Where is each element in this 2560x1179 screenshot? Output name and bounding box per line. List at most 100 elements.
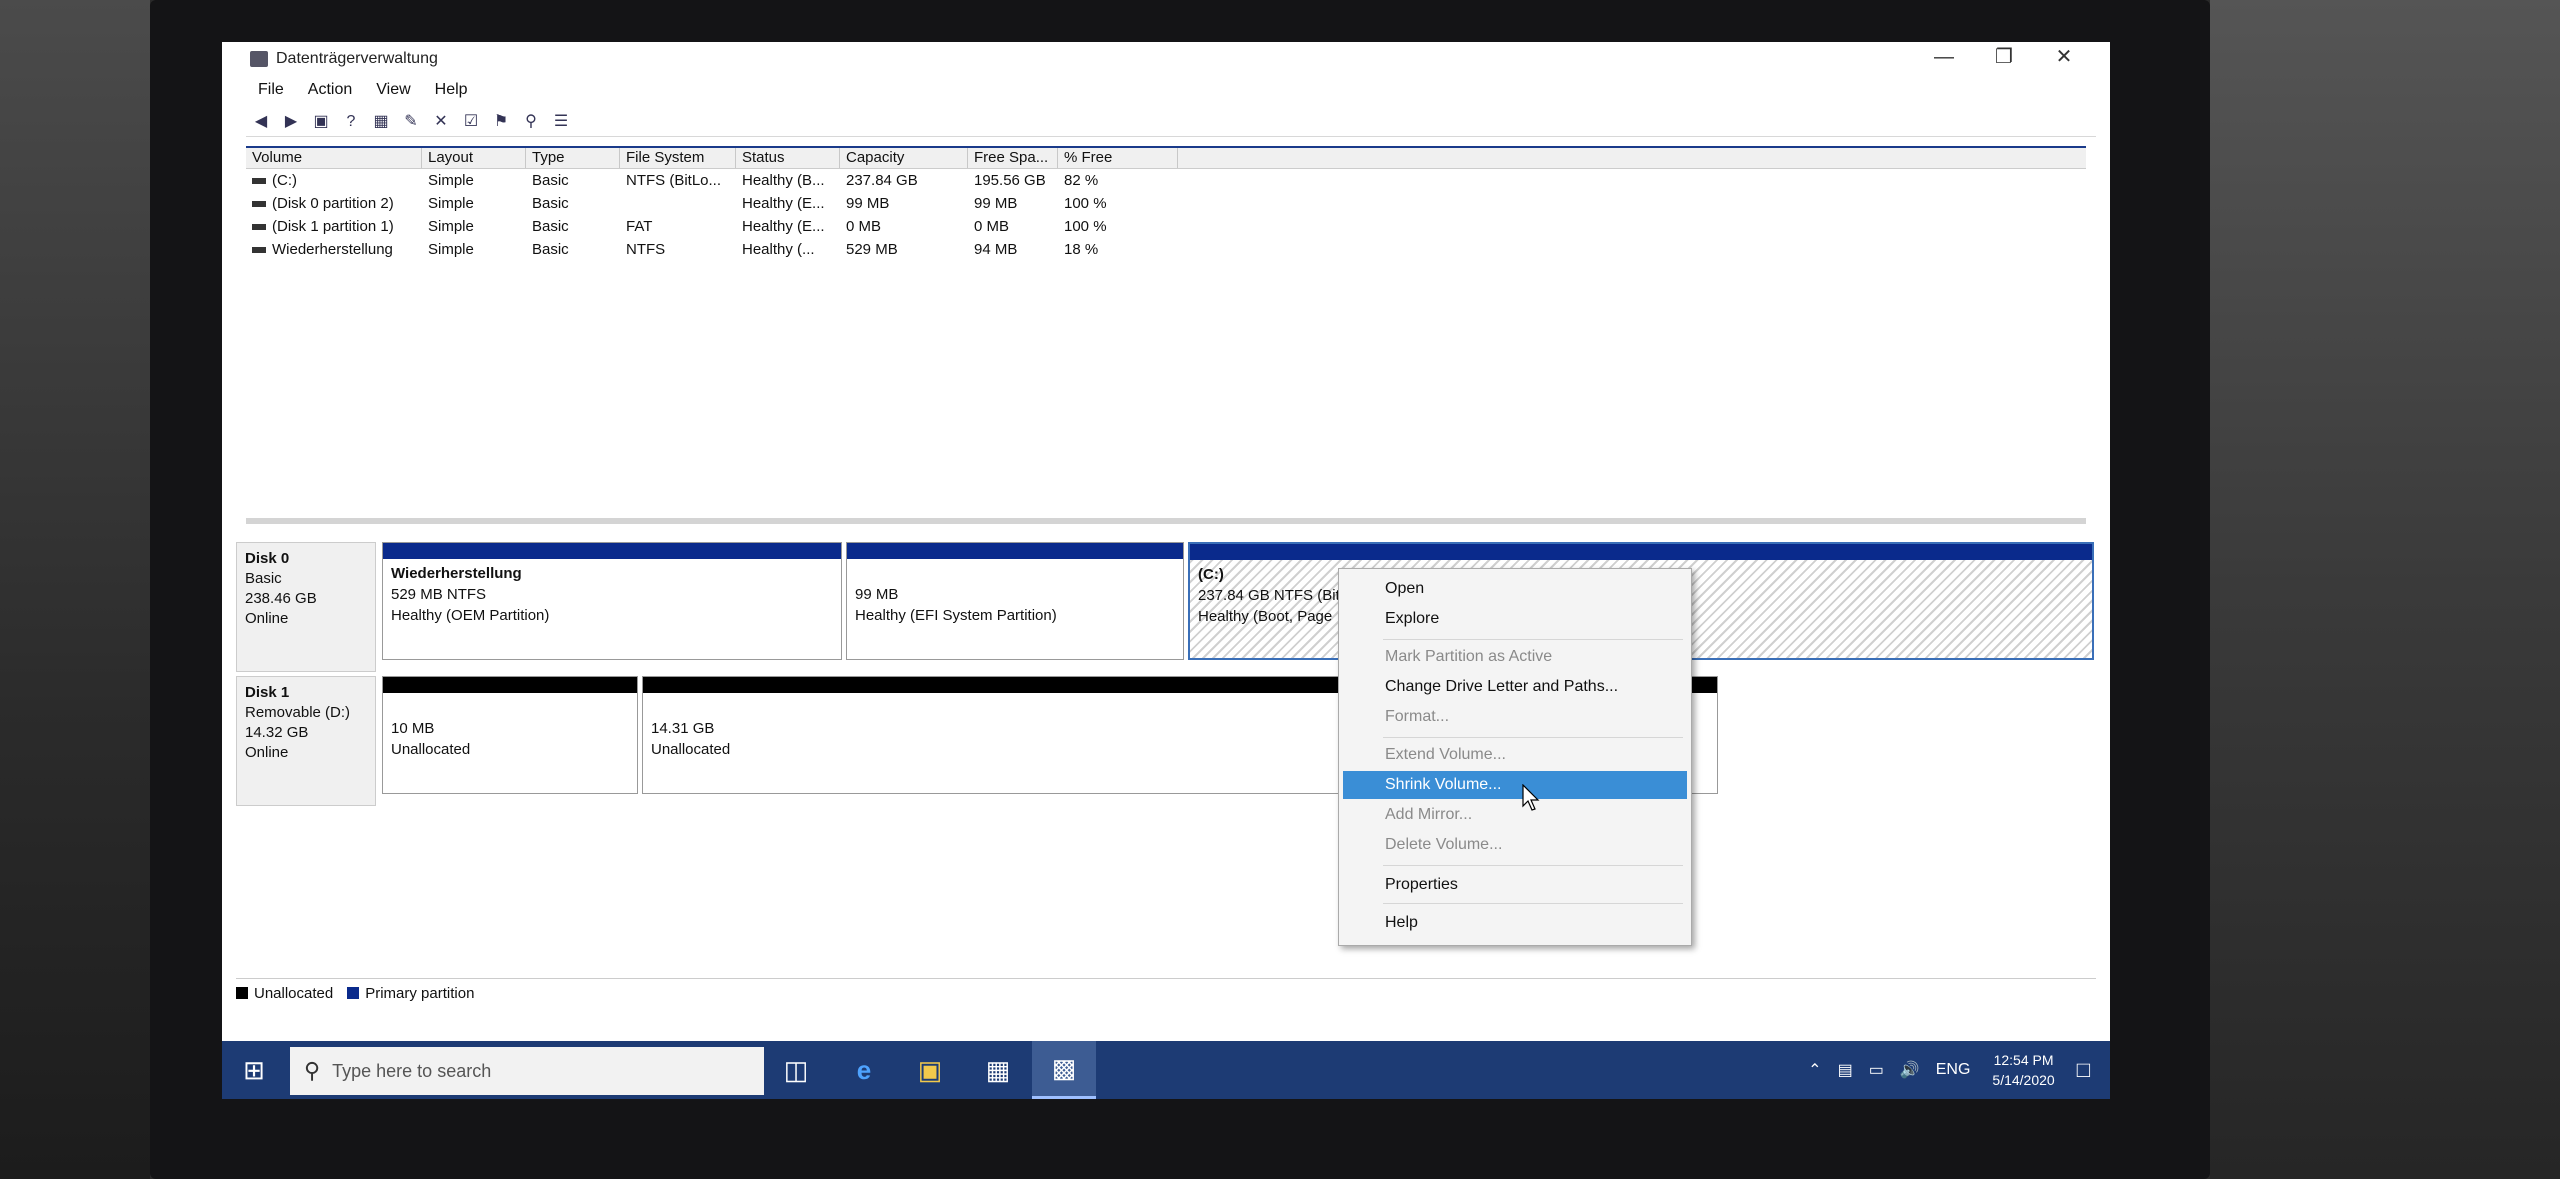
menu-item-shrink-volume[interactable]: Shrink Volume... bbox=[1343, 771, 1687, 799]
table-row[interactable]: (C:) Simple Basic NTFS (BitLo... Healthy… bbox=[246, 169, 2086, 192]
cell-status: Healthy (... bbox=[742, 241, 815, 258]
volume-icon[interactable]: 🔊 bbox=[1900, 1060, 1920, 1080]
disk-info-1[interactable]: Disk 1 Removable (D:) 14.32 GB Online bbox=[236, 676, 376, 806]
list-icon[interactable]: ☰ bbox=[550, 112, 572, 132]
cell-file-system: FAT bbox=[626, 218, 653, 235]
volume-list-header: Volume Layout Type File System Status Ca… bbox=[246, 146, 2086, 169]
disk-size: 238.46 GB bbox=[245, 590, 317, 607]
cell-free-space: 94 MB bbox=[974, 241, 1018, 258]
clock-time: 12:54 PM bbox=[1993, 1052, 2054, 1068]
menu-item-properties[interactable]: Properties bbox=[1343, 871, 1687, 899]
desk-background-left bbox=[0, 0, 150, 1179]
cell-free-space: 99 MB bbox=[974, 195, 1018, 212]
search-icon[interactable]: ⚲ bbox=[520, 112, 542, 132]
cell-layout: Simple bbox=[428, 241, 474, 258]
cell-capacity: 529 MB bbox=[846, 241, 898, 258]
search-placeholder: Type here to search bbox=[332, 1060, 492, 1081]
partition-wiederherstellung[interactable]: Wiederherstellung 529 MB NTFS Healthy (O… bbox=[382, 542, 842, 660]
menu-item-help[interactable]: Help bbox=[1343, 909, 1687, 937]
cell-percent-free: 100 % bbox=[1064, 195, 1107, 212]
window-title: Datenträgerverwaltung bbox=[276, 50, 438, 67]
connect-icon[interactable]: ✎ bbox=[400, 112, 422, 132]
disk-status: Online bbox=[245, 610, 289, 627]
minimize-button[interactable]: — bbox=[1914, 42, 1974, 76]
display-icon[interactable]: ▭ bbox=[1869, 1060, 1884, 1080]
cell-capacity: 237.84 GB bbox=[846, 172, 918, 189]
file-explorer-icon[interactable]: ▣ bbox=[898, 1041, 962, 1099]
column-header-capacity[interactable]: Capacity bbox=[840, 148, 968, 168]
cell-file-system: NTFS bbox=[626, 241, 666, 258]
task-view-icon[interactable]: ◫ bbox=[764, 1041, 828, 1099]
partition-status: Unallocated bbox=[391, 741, 471, 758]
menu-separator bbox=[1383, 903, 1683, 904]
clock[interactable]: 12:54 PM 5/14/2020 bbox=[1992, 1050, 2054, 1090]
delete-icon[interactable]: ✕ bbox=[430, 112, 452, 132]
column-header-status[interactable]: Status bbox=[736, 148, 840, 168]
network-icon[interactable]: ▤ bbox=[1838, 1060, 1853, 1080]
menu-item-explore[interactable]: Explore bbox=[1343, 605, 1687, 633]
edge-browser-icon[interactable]: e bbox=[832, 1041, 896, 1099]
store-icon[interactable]: ▦ bbox=[966, 1041, 1030, 1099]
cell-free-space: 195.56 GB bbox=[974, 172, 1046, 189]
partition-efi[interactable]: 99 MB Healthy (EFI System Partition) bbox=[846, 542, 1184, 660]
menu-item-open[interactable]: Open bbox=[1343, 575, 1687, 603]
help-icon[interactable]: ? bbox=[340, 112, 362, 132]
disk-row-0: Disk 0 Basic 238.46 GB Online Wiederhers… bbox=[236, 542, 2096, 672]
start-button[interactable]: ⊞ bbox=[222, 1041, 286, 1099]
volume-icon bbox=[252, 201, 266, 208]
disk-info-0[interactable]: Disk 0 Basic 238.46 GB Online bbox=[236, 542, 376, 672]
partition-unallocated-small[interactable]: 10 MB Unallocated bbox=[382, 676, 638, 794]
menu-view[interactable]: View bbox=[364, 78, 422, 102]
language-indicator[interactable]: ENG bbox=[1936, 1061, 1971, 1079]
table-row[interactable]: Wiederherstellung Simple Basic NTFS Heal… bbox=[246, 238, 2086, 261]
taskbar-search-box[interactable]: ⚲ Type here to search bbox=[290, 1047, 764, 1095]
cell-capacity: 0 MB bbox=[846, 218, 882, 235]
cell-percent-free: 82 % bbox=[1064, 172, 1099, 189]
notification-center-icon[interactable]: □ bbox=[2077, 1057, 2090, 1083]
folder-icon[interactable]: ⚑ bbox=[490, 112, 512, 132]
table-row[interactable]: (Disk 0 partition 2) Simple Basic Health… bbox=[246, 192, 2086, 215]
disk-row-1: Disk 1 Removable (D:) 14.32 GB Online 10… bbox=[236, 676, 2096, 806]
unallocated-swatch bbox=[236, 987, 248, 999]
menu-separator bbox=[1383, 639, 1683, 640]
primary-partition-bar bbox=[847, 543, 1183, 559]
desk-background-right bbox=[2210, 0, 2560, 1179]
menu-file[interactable]: File bbox=[246, 78, 296, 102]
taskbar: ⊞ ⚲ Type here to search ◫ e ▣ ▦ ▩ ⌃ ▤ ▭ … bbox=[222, 1041, 2110, 1099]
menu-separator bbox=[1383, 865, 1683, 866]
menu-item-extend-volume: Extend Volume... bbox=[1385, 746, 1506, 763]
menu-item-change-drive-letter[interactable]: Change Drive Letter and Paths... bbox=[1343, 673, 1687, 701]
back-icon[interactable]: ◀ bbox=[250, 112, 272, 132]
maximize-button[interactable]: ❐ bbox=[1974, 42, 2034, 76]
legend-item-primary: Primary partition bbox=[347, 985, 474, 1002]
close-button[interactable]: ✕ bbox=[2034, 42, 2094, 76]
primary-partition-bar bbox=[1190, 544, 2092, 560]
cell-type: Basic bbox=[532, 241, 569, 258]
column-header-free-space[interactable]: Free Spa... bbox=[968, 148, 1058, 168]
legend: Unallocated Primary partition bbox=[236, 978, 2096, 1007]
properties-icon[interactable]: ▦ bbox=[370, 112, 392, 132]
disk-management-taskbar-icon[interactable]: ▩ bbox=[1032, 1041, 1096, 1099]
menu-help[interactable]: Help bbox=[423, 78, 480, 102]
screen: Datenträgerverwaltung — ❐ ✕ File Action … bbox=[222, 42, 2110, 1099]
column-header-type[interactable]: Type bbox=[526, 148, 620, 168]
column-header-layout[interactable]: Layout bbox=[422, 148, 526, 168]
column-header-percent-free[interactable]: % Free bbox=[1058, 148, 1178, 168]
table-row[interactable]: (Disk 1 partition 1) Simple Basic FAT He… bbox=[246, 215, 2086, 238]
chevron-up-icon[interactable]: ⌃ bbox=[1808, 1060, 1821, 1080]
column-header-file-system[interactable]: File System bbox=[620, 148, 736, 168]
partition-status: Healthy (EFI System Partition) bbox=[855, 607, 1057, 624]
partition-title: Wiederherstellung bbox=[391, 565, 522, 582]
forward-icon[interactable]: ▶ bbox=[280, 112, 302, 132]
menu-item-add-mirror: Add Mirror... bbox=[1385, 806, 1473, 823]
check-icon[interactable]: ☑ bbox=[460, 112, 482, 132]
menu-action[interactable]: Action bbox=[296, 78, 364, 102]
title-bar: Datenträgerverwaltung bbox=[246, 42, 2110, 76]
partition-size: 99 MB bbox=[855, 586, 899, 603]
disk-type: Basic bbox=[245, 570, 282, 587]
up-icon[interactable]: ▣ bbox=[310, 112, 332, 132]
menu-bar: File Action View Help bbox=[246, 78, 480, 102]
column-header-volume[interactable]: Volume bbox=[246, 148, 422, 168]
search-icon: ⚲ bbox=[304, 1058, 321, 1083]
context-menu: Open Explore Mark Partition as Active Ch… bbox=[1338, 568, 1692, 946]
